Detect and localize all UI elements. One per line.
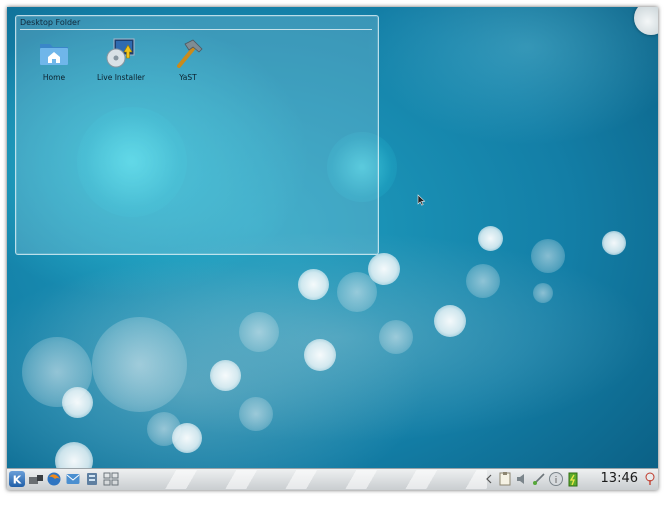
mail-icon[interactable] [65, 471, 81, 487]
desktop-icon-yast[interactable]: YaST [158, 38, 218, 82]
battery-icon[interactable] [565, 471, 581, 487]
mouse-cursor-icon [417, 194, 426, 206]
taskbar-panel[interactable]: K i 13:46 [7, 468, 658, 490]
plasma-toolbox-button[interactable] [634, 7, 658, 35]
wallpaper-bokeh [239, 312, 279, 352]
dolphin-icon[interactable] [28, 471, 44, 487]
wallpaper-bokeh [298, 269, 329, 300]
folder-view-title: Desktop Folder [20, 18, 81, 27]
clock[interactable]: 13:46 [601, 471, 638, 486]
desktop[interactable]: Desktop Folder Home Live Installer YaST … [7, 7, 658, 490]
desktop-icon-label: Live Installer [97, 73, 145, 82]
wallpaper-bokeh [602, 231, 626, 255]
wallpaper-bokeh [434, 305, 466, 337]
svg-text:K: K [13, 474, 22, 487]
taskbar-task-area[interactable] [137, 470, 487, 489]
kde-kickoff-icon[interactable]: K [9, 471, 25, 487]
desktop-icon-home[interactable]: Home [24, 38, 84, 82]
wallpaper-bokeh [62, 387, 93, 418]
wallpaper-bokeh [239, 397, 273, 431]
network-tray-icon[interactable] [531, 471, 547, 487]
desktop-icon-label: YaST [179, 73, 197, 82]
pager-icon[interactable] [103, 471, 119, 487]
wallpaper-bokeh [172, 423, 202, 453]
wallpaper-bokeh [478, 226, 503, 251]
desktop-folder-widget[interactable]: Desktop Folder Home Live Installer YaST [15, 15, 379, 255]
volume-icon[interactable] [514, 471, 530, 487]
wallpaper-bokeh [466, 264, 500, 298]
tray-expand-icon[interactable] [485, 471, 493, 487]
wallpaper-bokeh [92, 317, 187, 412]
firefox-icon[interactable] [46, 471, 62, 487]
desktop-icon-label: Home [42, 73, 66, 82]
panel-toolbox-icon[interactable] [644, 471, 656, 487]
wallpaper-bokeh [531, 239, 565, 273]
info-icon[interactable]: i [548, 471, 564, 487]
clipboard-icon[interactable] [497, 471, 513, 487]
wallpaper-bokeh [368, 253, 400, 285]
folder-view-divider [20, 29, 372, 30]
wallpaper-bokeh [304, 339, 336, 371]
yast-hammer-icon [171, 38, 205, 68]
wallpaper-bokeh [379, 320, 413, 354]
wallpaper-bokeh [210, 360, 241, 391]
svg-text:i: i [555, 476, 558, 486]
network-icon[interactable] [84, 471, 100, 487]
home-folder-icon [37, 38, 71, 68]
wallpaper-bokeh [533, 283, 553, 303]
live-installer-icon [104, 38, 138, 68]
desktop-icon-live-installer[interactable]: Live Installer [91, 38, 151, 82]
